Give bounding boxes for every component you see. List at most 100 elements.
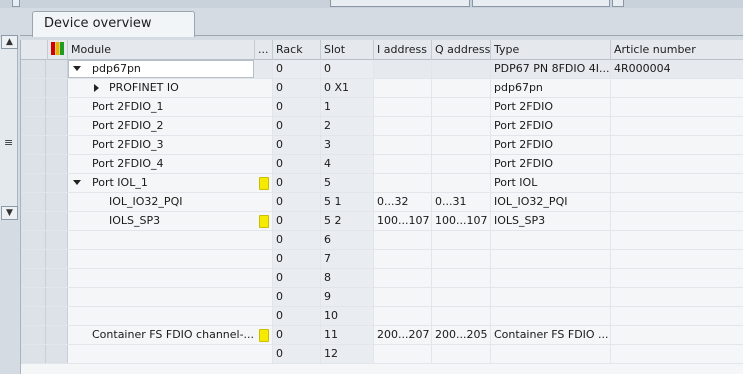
filter-icon[interactable] (48, 40, 68, 60)
cell-slot[interactable]: 5 (321, 174, 374, 192)
column-header-article-number[interactable]: Article number (611, 40, 743, 60)
column-header-i-address[interactable]: I address (374, 40, 432, 60)
cell-module[interactable] (68, 250, 255, 268)
cell-slot[interactable]: 0 X1 (321, 79, 374, 97)
cell-module[interactable]: PROFINET IO (68, 79, 255, 97)
cell-article-number[interactable] (611, 250, 743, 268)
cell-type[interactable]: Port 2FDIO (491, 117, 611, 135)
cell-rack[interactable]: 0 (273, 212, 321, 230)
cell-i-address[interactable] (374, 250, 432, 268)
cell-article-number[interactable] (611, 307, 743, 325)
row-gutter[interactable] (21, 136, 68, 154)
cell-type[interactable]: Container FS FDIO ... (491, 326, 611, 344)
cell-article-number[interactable] (611, 174, 743, 192)
row-gutter[interactable] (21, 307, 68, 325)
cell-type[interactable]: pdp67pn (491, 79, 611, 97)
cell-article-number[interactable] (611, 117, 743, 135)
row-gutter[interactable] (21, 231, 68, 249)
cell-type[interactable]: Port 2FDIO (491, 136, 611, 154)
cell-rack[interactable]: 0 (273, 307, 321, 325)
cell-flag[interactable] (255, 307, 273, 325)
cell-module[interactable] (68, 345, 255, 363)
cell-rack[interactable]: 0 (273, 288, 321, 306)
column-header-dots[interactable]: ... (255, 40, 273, 60)
cell-slot[interactable]: 12 (321, 345, 374, 363)
table-row[interactable]: Port 2FDIO_3 0 3 Port 2FDIO (21, 136, 743, 155)
row-gutter[interactable] (21, 193, 68, 211)
cell-q-address[interactable]: 100...107 (432, 212, 491, 230)
cell-type[interactable]: IOLS_SP3 (491, 212, 611, 230)
cell-flag[interactable] (255, 79, 273, 97)
cell-rack[interactable]: 0 (273, 193, 321, 211)
cell-flag[interactable] (255, 155, 273, 173)
cell-slot[interactable]: 9 (321, 288, 374, 306)
cell-article-number[interactable]: 4R000004 (611, 60, 743, 78)
row-gutter[interactable] (21, 345, 68, 363)
cell-i-address[interactable] (374, 136, 432, 154)
row-gutter[interactable] (21, 98, 68, 116)
cell-i-address[interactable] (374, 60, 432, 78)
cell-i-address[interactable] (374, 98, 432, 116)
cell-slot[interactable]: 5 1 (321, 193, 374, 211)
column-header-module[interactable]: Module (68, 40, 255, 60)
cell-flag[interactable] (255, 98, 273, 116)
cell-type[interactable]: Port IOL (491, 174, 611, 192)
cell-article-number[interactable] (611, 136, 743, 154)
cell-rack[interactable]: 0 (273, 136, 321, 154)
cell-slot[interactable]: 3 (321, 136, 374, 154)
cell-i-address[interactable] (374, 269, 432, 287)
cell-article-number[interactable] (611, 79, 743, 97)
cell-rack[interactable]: 0 (273, 345, 321, 363)
cell-module[interactable]: Port 2FDIO_3 (68, 136, 255, 154)
table-row[interactable]: Port 2FDIO_2 0 2 Port 2FDIO (21, 117, 743, 136)
cell-rack[interactable]: 0 (273, 155, 321, 173)
cell-flag[interactable] (255, 231, 273, 249)
cell-article-number[interactable] (611, 193, 743, 211)
chevron-up-icon[interactable]: ▲ (1, 35, 18, 49)
column-header-rack[interactable]: Rack (273, 40, 321, 60)
table-row[interactable]: Port 2FDIO_1 0 1 Port 2FDIO (21, 98, 743, 117)
cell-slot[interactable]: 5 2 (321, 212, 374, 230)
cell-slot[interactable]: 6 (321, 231, 374, 249)
row-gutter[interactable] (21, 79, 68, 97)
cell-slot[interactable]: 1 (321, 98, 374, 116)
cell-module[interactable]: Port 2FDIO_4 (68, 155, 255, 173)
row-gutter[interactable] (21, 250, 68, 268)
cell-article-number[interactable] (611, 155, 743, 173)
cell-q-address[interactable] (432, 136, 491, 154)
table-row[interactable]: Container FS FDIO channel-... 0 11 200...20… (21, 326, 743, 345)
cell-type[interactable]: Port 2FDIO (491, 155, 611, 173)
cell-q-address[interactable] (432, 155, 491, 173)
cell-i-address[interactable] (374, 155, 432, 173)
cell-module[interactable] (68, 288, 255, 306)
cell-article-number[interactable] (611, 345, 743, 363)
cell-q-address[interactable]: 0...31 (432, 193, 491, 211)
column-header-type[interactable]: Type (491, 40, 611, 60)
cell-module[interactable]: Port IOL_1 (68, 174, 255, 192)
cell-module[interactable] (68, 307, 255, 325)
cell-i-address[interactable]: 0...32 (374, 193, 432, 211)
cell-slot[interactable]: 7 (321, 250, 374, 268)
menu-icon[interactable]: ≡ (4, 136, 13, 149)
cell-q-address[interactable] (432, 98, 491, 116)
cell-q-address[interactable] (432, 307, 491, 325)
cell-flag[interactable] (255, 136, 273, 154)
cell-slot[interactable]: 4 (321, 155, 374, 173)
row-gutter[interactable] (21, 326, 68, 344)
cell-q-address[interactable] (432, 174, 491, 192)
cell-q-address[interactable] (432, 117, 491, 135)
cell-q-address[interactable] (432, 60, 491, 78)
cell-type[interactable] (491, 269, 611, 287)
cell-slot[interactable]: 11 (321, 326, 374, 344)
table-row[interactable]: 08 (21, 269, 743, 288)
cell-rack[interactable]: 0 (273, 117, 321, 135)
cell-rack[interactable]: 0 (273, 326, 321, 344)
row-gutter[interactable] (21, 117, 68, 135)
cell-i-address[interactable]: 100...107 (374, 212, 432, 230)
table-row[interactable]: 0 12 (21, 345, 743, 364)
expand-toggle-icon[interactable] (94, 84, 99, 92)
cell-i-address[interactable] (374, 345, 432, 363)
cell-type[interactable] (491, 345, 611, 363)
cell-q-address[interactable] (432, 269, 491, 287)
cell-rack[interactable]: 0 (273, 98, 321, 116)
